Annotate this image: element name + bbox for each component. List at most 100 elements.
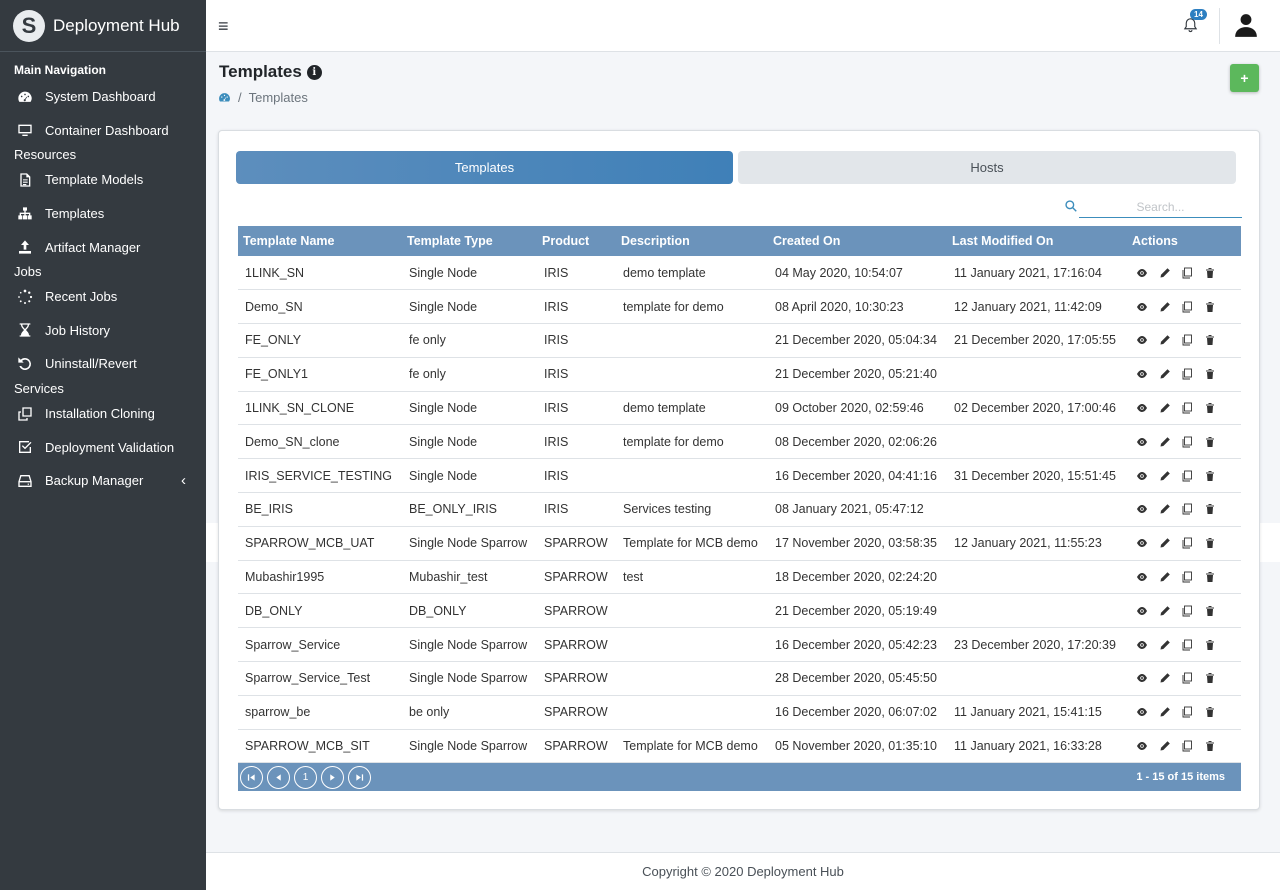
copy-icon[interactable] xyxy=(1181,670,1204,686)
sidebar-item-deployment-validation[interactable]: Deployment Validation xyxy=(0,430,206,464)
edit-icon[interactable] xyxy=(1159,738,1182,754)
column-header[interactable]: Template Type xyxy=(402,226,537,256)
edit-icon[interactable] xyxy=(1159,468,1182,484)
sidebar-item-backup-manager[interactable]: Backup Manager ‹ xyxy=(0,464,206,498)
table-row[interactable]: FE_ONLY fe only IRIS 21 December 2020, 05:0… xyxy=(238,323,1241,358)
first-page-button[interactable] xyxy=(240,765,263,789)
tab-templates[interactable]: Templates xyxy=(236,151,733,184)
view-icon[interactable] xyxy=(1136,299,1159,315)
delete-icon[interactable] xyxy=(1204,569,1227,585)
copy-icon[interactable] xyxy=(1181,603,1204,619)
edit-icon[interactable] xyxy=(1159,501,1182,517)
delete-icon[interactable] xyxy=(1204,603,1227,619)
menu-toggle-icon[interactable]: ≡ xyxy=(218,16,229,37)
copy-icon[interactable] xyxy=(1181,400,1204,416)
view-icon[interactable] xyxy=(1136,535,1159,551)
table-row[interactable]: BE_IRIS BE_ONLY_IRIS IRIS Services testing 0… xyxy=(238,492,1241,527)
copy-icon[interactable] xyxy=(1181,265,1204,281)
copy-icon[interactable] xyxy=(1181,637,1204,653)
table-row[interactable]: DB_ONLY DB_ONLY SPARROW 21 December 2020, 0… xyxy=(238,593,1241,629)
chevron-left-icon[interactable]: ‹ xyxy=(181,472,186,489)
table-row[interactable]: IRIS_SERVICE_TESTING Single Node IRIS 16 De… xyxy=(238,458,1241,494)
delete-icon[interactable] xyxy=(1204,299,1227,315)
column-header[interactable]: Last Modified On xyxy=(947,226,1127,256)
sidebar-item-templates[interactable]: Templates xyxy=(0,197,206,231)
view-icon[interactable] xyxy=(1136,738,1159,754)
copy-icon[interactable] xyxy=(1181,704,1204,720)
delete-icon[interactable] xyxy=(1204,535,1227,551)
edit-icon[interactable] xyxy=(1159,603,1182,619)
copy-icon[interactable] xyxy=(1181,332,1204,348)
delete-icon[interactable] xyxy=(1204,670,1227,686)
table-row[interactable]: Demo_SN_clone Single Node IRIS template for… xyxy=(238,424,1241,460)
sidebar-item-installation-cloning[interactable]: Installation Cloning xyxy=(0,397,206,431)
edit-icon[interactable] xyxy=(1159,265,1182,281)
delete-icon[interactable] xyxy=(1204,332,1227,348)
copy-icon[interactable] xyxy=(1181,299,1204,315)
delete-icon[interactable] xyxy=(1204,265,1227,281)
delete-icon[interactable] xyxy=(1204,738,1227,754)
delete-icon[interactable] xyxy=(1204,434,1227,450)
edit-icon[interactable] xyxy=(1159,704,1182,720)
sidebar-item-system-dashboard[interactable]: System Dashboard xyxy=(0,80,206,114)
sidebar-item-container-dashboard[interactable]: Container Dashboard xyxy=(0,114,206,148)
delete-icon[interactable] xyxy=(1204,704,1227,720)
edit-icon[interactable] xyxy=(1159,366,1182,382)
view-icon[interactable] xyxy=(1136,434,1159,450)
dashboard-icon[interactable] xyxy=(218,91,231,104)
column-header[interactable]: Template Name xyxy=(238,226,402,256)
table-row[interactable]: 1LINK_SN Single Node IRIS demo template 04 M… xyxy=(238,256,1241,291)
copy-icon[interactable] xyxy=(1181,535,1204,551)
view-icon[interactable] xyxy=(1136,400,1159,416)
add-template-button[interactable]: + xyxy=(1230,64,1259,92)
edit-icon[interactable] xyxy=(1159,535,1182,551)
table-row[interactable]: 1LINK_SN_CLONE Single Node IRIS demo templa… xyxy=(238,391,1241,426)
edit-icon[interactable] xyxy=(1159,299,1182,315)
sidebar-item-recent-jobs[interactable]: Recent Jobs xyxy=(0,280,206,314)
edit-icon[interactable] xyxy=(1159,332,1182,348)
sidebar-item-template-models[interactable]: Template Models xyxy=(0,163,206,197)
table-row[interactable]: Sparrow_Service Single Node Sparrow SPARRO… xyxy=(238,627,1241,663)
delete-icon[interactable] xyxy=(1204,468,1227,484)
table-row[interactable]: FE_ONLY1 fe only IRIS 21 December 2020, 05:… xyxy=(238,357,1241,392)
view-icon[interactable] xyxy=(1136,670,1159,686)
view-icon[interactable] xyxy=(1136,569,1159,585)
copy-icon[interactable] xyxy=(1181,434,1204,450)
view-icon[interactable] xyxy=(1136,366,1159,382)
delete-icon[interactable] xyxy=(1204,366,1227,382)
sidebar-item-job-history[interactable]: Job History xyxy=(0,314,206,348)
copy-icon[interactable] xyxy=(1181,501,1204,517)
sidebar-item-artifact-manager[interactable]: Artifact Manager xyxy=(0,230,206,264)
table-row[interactable]: SPARROW_MCB_UAT Single Node Sparrow SPARRO… xyxy=(238,526,1241,561)
copy-icon[interactable] xyxy=(1181,468,1204,484)
tab-hosts[interactable]: Hosts xyxy=(738,151,1236,184)
view-icon[interactable] xyxy=(1136,265,1159,281)
table-row[interactable]: SPARROW_MCB_SIT Single Node Sparrow SPARRO… xyxy=(238,729,1241,764)
view-icon[interactable] xyxy=(1136,704,1159,720)
edit-icon[interactable] xyxy=(1159,670,1182,686)
sidebar-item-uninstall-revert[interactable]: Uninstall/Revert xyxy=(0,347,206,381)
view-icon[interactable] xyxy=(1136,637,1159,653)
prev-page-button[interactable] xyxy=(267,765,290,789)
view-icon[interactable] xyxy=(1136,468,1159,484)
edit-icon[interactable] xyxy=(1159,569,1182,585)
page-number-button[interactable]: 1 xyxy=(294,765,317,789)
column-header[interactable]: Created On xyxy=(768,226,947,256)
edit-icon[interactable] xyxy=(1159,434,1182,450)
table-row[interactable]: Sparrow_Service_Test Single Node Sparrow S… xyxy=(238,661,1241,696)
table-row[interactable]: Mubashir1995 Mubashir_test SPARROW test 18 D… xyxy=(238,560,1241,595)
copy-icon[interactable] xyxy=(1181,366,1204,382)
column-header[interactable]: Product xyxy=(537,226,616,256)
notifications-button[interactable]: 14 xyxy=(1182,9,1207,36)
edit-icon[interactable] xyxy=(1159,400,1182,416)
search-icon[interactable] xyxy=(1064,199,1079,214)
delete-icon[interactable] xyxy=(1204,400,1227,416)
next-page-button[interactable] xyxy=(321,765,344,789)
view-icon[interactable] xyxy=(1136,332,1159,348)
table-row[interactable]: Demo_SN Single Node IRIS template for demo 0… xyxy=(238,289,1241,325)
brand[interactable]: S Deployment Hub xyxy=(0,0,206,52)
delete-icon[interactable] xyxy=(1204,501,1227,517)
view-icon[interactable] xyxy=(1136,501,1159,517)
copy-icon[interactable] xyxy=(1181,569,1204,585)
edit-icon[interactable] xyxy=(1159,637,1182,653)
